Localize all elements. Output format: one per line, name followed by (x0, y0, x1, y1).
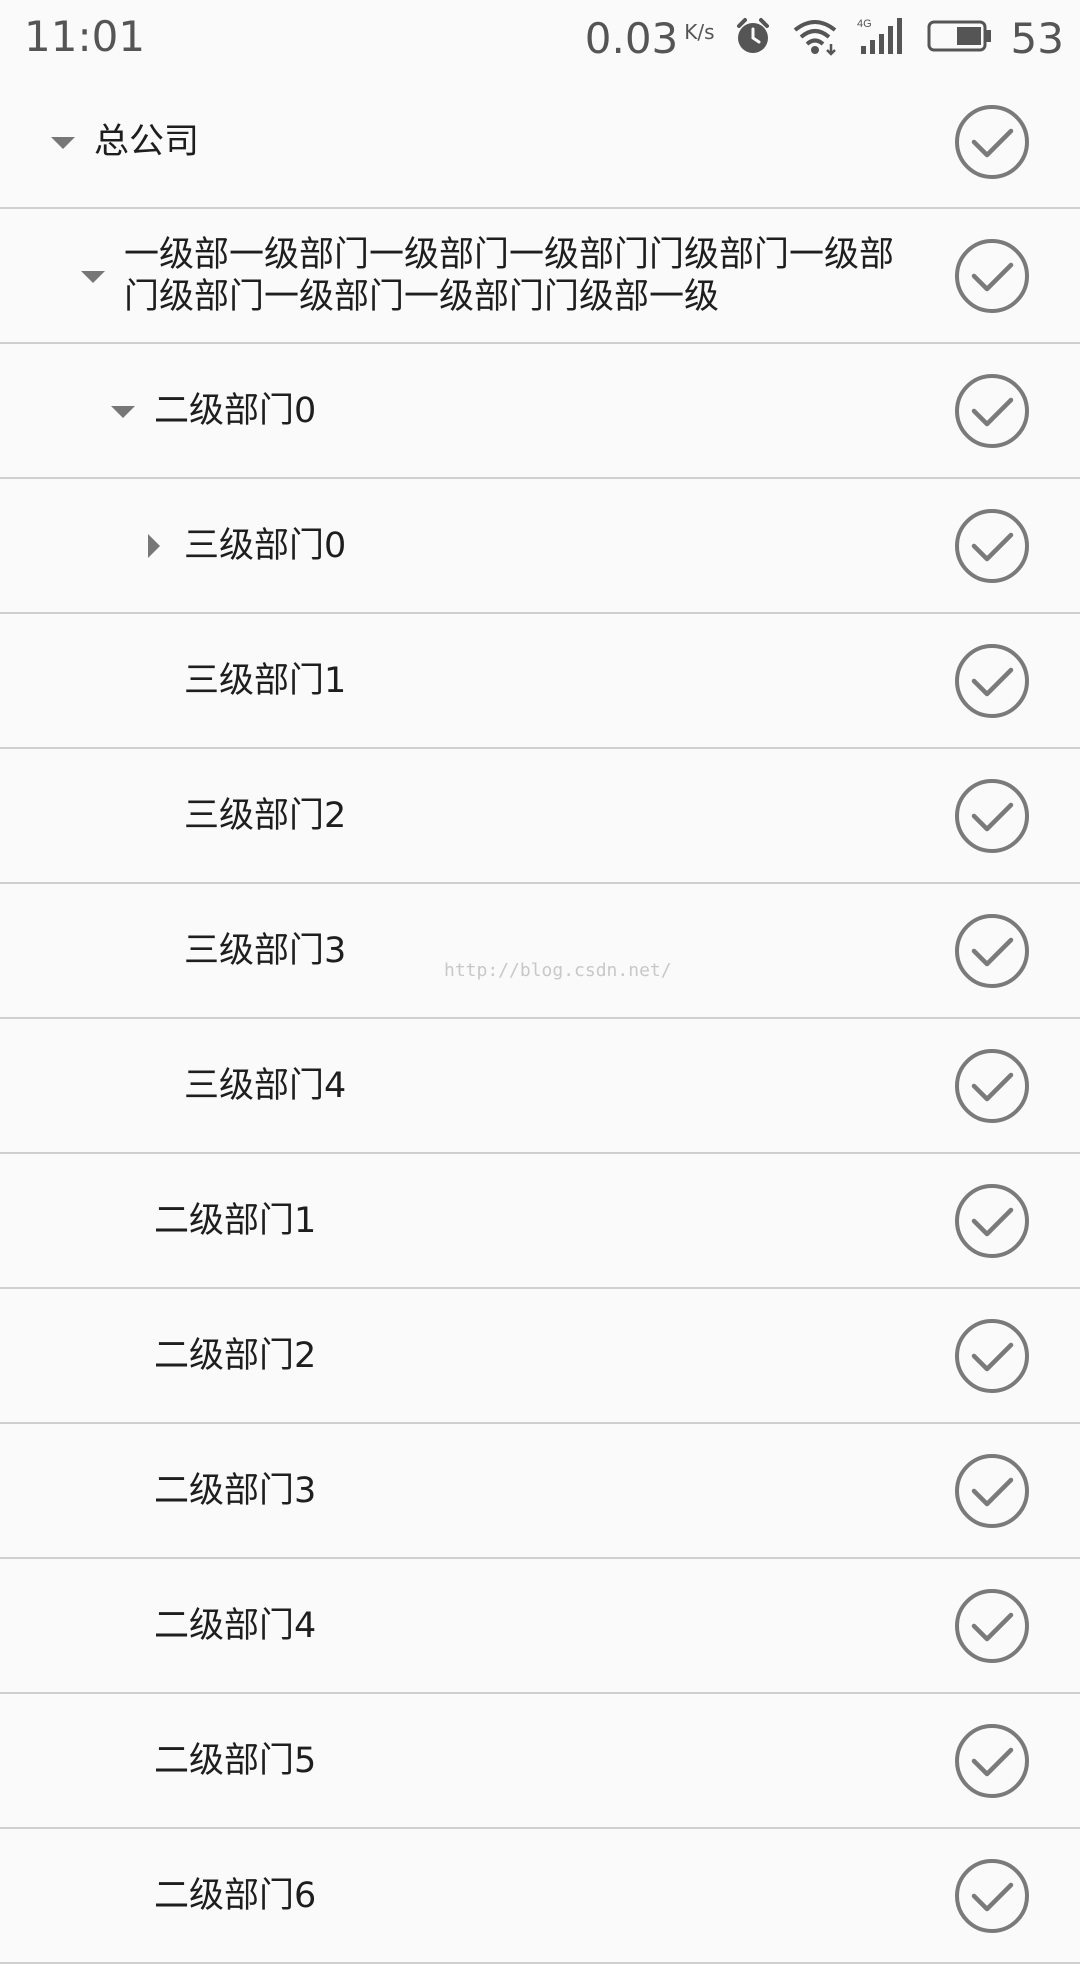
expand-arrow-down-icon[interactable] (108, 396, 138, 426)
tree-row-label: 二级部门5 (154, 1740, 317, 1781)
tree-row-content: 三级部门4 (184, 1019, 346, 1152)
check-circle-icon[interactable] (954, 1723, 1030, 1799)
check-circle-icon[interactable] (954, 913, 1030, 989)
tree-row[interactable]: 三级部门2 (0, 749, 1080, 884)
network-speed: 0.03 K/s (585, 14, 715, 63)
tree-row-content: 二级部门3 (154, 1424, 316, 1557)
tree-row[interactable]: 三级部门1 (0, 614, 1080, 749)
network-speed-value: 0.03 (584, 13, 679, 63)
tree-row[interactable]: 三级部门0 (0, 479, 1080, 614)
tree-row-label: 一级部一级部门一级部门一级部门门级部门一级部门级部门一级部门一级部门门级部一级 (124, 234, 895, 317)
check-circle-icon[interactable] (954, 104, 1030, 180)
svg-text:4G: 4G (857, 18, 872, 30)
tree-row-label: 总公司 (94, 121, 200, 162)
tree-row-content: 三级部门0 (138, 479, 346, 612)
tree-row-label: 二级部门2 (154, 1335, 317, 1376)
tree-row[interactable]: 二级部门2 (0, 1289, 1080, 1424)
tree-row-label: 二级部门4 (154, 1605, 317, 1646)
status-bar: 11:01 0.03 K/s 4G 53 (0, 0, 1080, 76)
expand-arrow-right-icon[interactable] (138, 531, 168, 561)
tree-row[interactable]: 二级部门1 (0, 1154, 1080, 1289)
tree-row-content: 一级部一级部门一级部门一级部门门级部门一级部门级部门一级部门一级部门门级部一级 (78, 209, 914, 342)
check-circle-icon[interactable] (954, 778, 1030, 854)
check-circle-icon[interactable] (954, 1183, 1030, 1259)
check-circle-icon[interactable] (954, 508, 1030, 584)
tree-row-content: 二级部门5 (154, 1694, 316, 1827)
tree-row-content: 二级部门6 (154, 1829, 316, 1962)
expand-arrow-down-icon[interactable] (78, 261, 108, 291)
alarm-icon (733, 16, 773, 60)
wifi-icon (791, 16, 839, 60)
check-circle-icon[interactable] (954, 643, 1030, 719)
network-speed-unit: K/s (684, 19, 715, 44)
4g-signal-icon: 4G (857, 16, 909, 60)
check-circle-icon[interactable] (954, 373, 1030, 449)
tree-row-label: 二级部门0 (154, 390, 317, 431)
tree-row-label: 三级部门3 (184, 930, 347, 971)
status-time: 11:01 (24, 12, 146, 61)
tree-row[interactable]: 三级部门4 (0, 1019, 1080, 1154)
tree-row-label: 三级部门1 (184, 660, 347, 701)
tree-row[interactable]: 三级部门3 (0, 884, 1080, 1019)
status-icons: 0.03 K/s 4G 53 (585, 10, 1064, 66)
tree-row-label: 三级部门2 (184, 795, 347, 836)
check-circle-icon[interactable] (954, 1048, 1030, 1124)
tree-row-content: 二级部门1 (154, 1154, 316, 1287)
tree-row-label: 二级部门1 (154, 1200, 317, 1241)
tree-row[interactable]: 二级部门0 (0, 344, 1080, 479)
battery-percentage: 53 (1010, 13, 1064, 63)
check-circle-icon[interactable] (954, 1453, 1030, 1529)
watermark-text: http://blog.csdn.net/ (444, 960, 672, 981)
tree-row-content: 二级部门4 (154, 1559, 316, 1692)
department-tree: 总公司一级部一级部门一级部门一级部门门级部门一级部门级部门一级部门一级部门门级部… (0, 76, 1080, 1964)
tree-row[interactable]: 二级部门3 (0, 1424, 1080, 1559)
tree-row-content: 三级部门2 (184, 749, 346, 882)
battery-icon (927, 19, 993, 57)
tree-row-label: 三级部门0 (184, 525, 347, 566)
tree-row-content: 二级部门0 (108, 344, 316, 477)
tree-row[interactable]: 二级部门6 (0, 1829, 1080, 1964)
tree-row-label: 二级部门6 (154, 1875, 317, 1916)
check-circle-icon[interactable] (954, 1858, 1030, 1934)
tree-row-label: 三级部门4 (184, 1065, 347, 1106)
tree-row-label: 二级部门3 (154, 1470, 317, 1511)
tree-row-content: 三级部门3 (184, 884, 346, 1017)
check-circle-icon[interactable] (954, 1318, 1030, 1394)
tree-row-content: 总公司 (48, 76, 199, 207)
expand-arrow-down-icon[interactable] (48, 127, 78, 157)
tree-row-content: 二级部门2 (154, 1289, 316, 1422)
tree-row[interactable]: 二级部门4 (0, 1559, 1080, 1694)
tree-row[interactable]: 一级部一级部门一级部门一级部门门级部门一级部门级部门一级部门一级部门门级部一级 (0, 209, 1080, 344)
tree-row-content: 三级部门1 (184, 614, 346, 747)
check-circle-icon[interactable] (954, 1588, 1030, 1664)
tree-row[interactable]: 总公司 (0, 76, 1080, 209)
tree-row[interactable]: 二级部门5 (0, 1694, 1080, 1829)
check-circle-icon[interactable] (954, 238, 1030, 314)
